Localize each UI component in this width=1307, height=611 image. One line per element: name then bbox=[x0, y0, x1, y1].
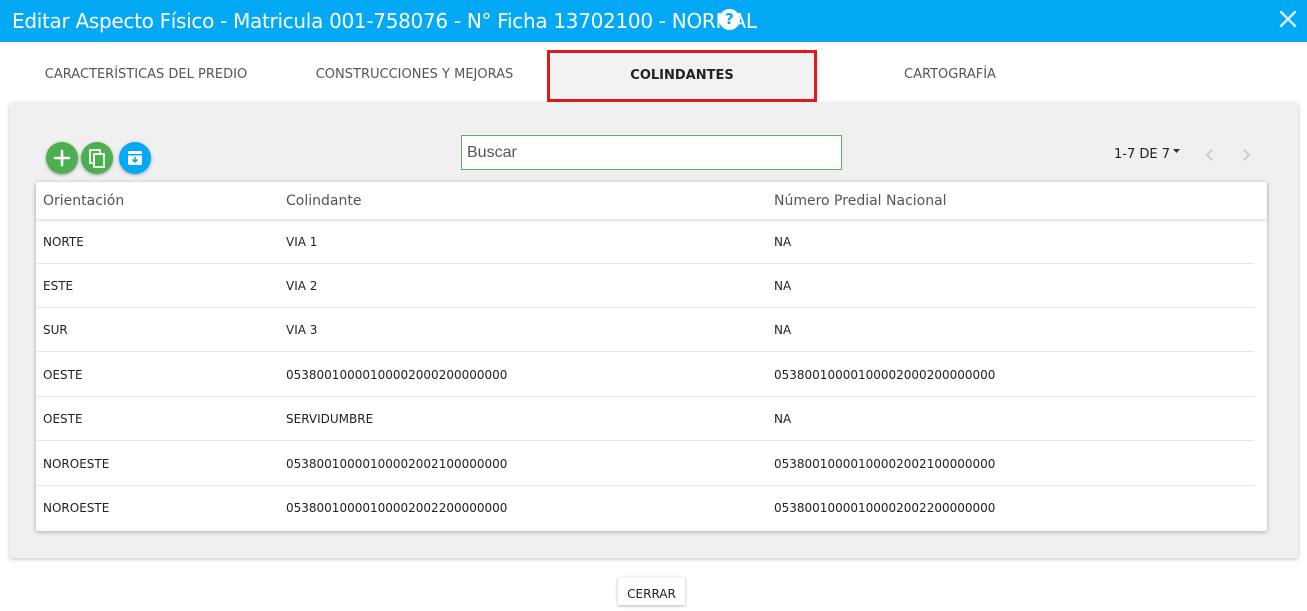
cell-numero-predial: NA bbox=[774, 412, 792, 426]
add-button[interactable] bbox=[46, 142, 78, 174]
column-header-colindante[interactable]: Colindante bbox=[286, 193, 361, 209]
tab-colindantes[interactable]: COLINDANTES bbox=[547, 50, 817, 102]
cell-orientacion: ESTE bbox=[43, 279, 74, 293]
pager-label: 1-7 DE 7 bbox=[1114, 147, 1170, 162]
column-header-numero-predial[interactable]: Número Predial Nacional bbox=[774, 193, 947, 209]
tab-caracteristicas[interactable]: CARACTERÍSTICAS DEL PREDIO bbox=[10, 50, 282, 100]
cell-numero-predial: 05380010000100002002100000000 bbox=[774, 457, 996, 471]
caret-down-icon bbox=[1173, 149, 1180, 153]
table-row[interactable]: NORTE VIA 1 NA bbox=[36, 220, 1254, 264]
cell-colindante: SERVIDUMBRE bbox=[286, 412, 374, 426]
cell-numero-predial: 05380010000100002000200000000 bbox=[774, 368, 996, 382]
table-header: Orientación Colindante Número Predial Na… bbox=[36, 182, 1267, 219]
cell-numero-predial: NA bbox=[774, 279, 792, 293]
cell-colindante: VIA 1 bbox=[286, 235, 318, 249]
copy-icon bbox=[89, 149, 105, 168]
cell-numero-predial: NA bbox=[774, 235, 792, 249]
table-row[interactable]: NOROESTE 05380010000100002002200000000 0… bbox=[36, 486, 1254, 530]
table-row[interactable]: OESTE SERVIDUMBRE NA bbox=[36, 397, 1254, 441]
table-row[interactable]: NOROESTE 05380010000100002002100000000 0… bbox=[36, 442, 1254, 486]
cell-numero-predial: NA bbox=[774, 323, 792, 337]
tab-bar: CARACTERÍSTICAS DEL PREDIO CONSTRUCCIONE… bbox=[10, 50, 1298, 102]
tab-construcciones[interactable]: CONSTRUCCIONES Y MEJORAS bbox=[282, 50, 547, 100]
table-row[interactable]: ESTE VIA 2 NA bbox=[36, 264, 1254, 308]
pager-range[interactable]: 1-7 DE 7 bbox=[1114, 147, 1181, 162]
cell-colindante: 05380010000100002002200000000 bbox=[286, 501, 508, 515]
add-icon bbox=[53, 149, 71, 167]
archive-button[interactable] bbox=[119, 142, 151, 174]
cell-colindante: VIA 2 bbox=[286, 279, 318, 293]
cell-colindante: 05380010000100002000200000000 bbox=[286, 368, 508, 382]
close-button[interactable]: CERRAR bbox=[618, 577, 685, 605]
cell-orientacion: OESTE bbox=[43, 412, 83, 426]
cell-colindante: VIA 3 bbox=[286, 323, 318, 337]
window-title: Editar Aspecto Físico - Matricula 001-75… bbox=[12, 9, 757, 33]
column-header-orientacion[interactable]: Orientación bbox=[43, 193, 124, 209]
cell-orientacion: SUR bbox=[43, 323, 68, 337]
cell-orientacion: NOROESTE bbox=[43, 501, 110, 515]
cell-numero-predial: 05380010000100002002200000000 bbox=[774, 501, 996, 515]
colindantes-table: Orientación Colindante Número Predial Na… bbox=[36, 182, 1267, 531]
table-row[interactable]: OESTE 05380010000100002000200000000 0538… bbox=[36, 353, 1254, 397]
search-input[interactable] bbox=[461, 135, 842, 170]
copy-button[interactable] bbox=[81, 142, 113, 174]
cell-orientacion: NOROESTE bbox=[43, 457, 110, 471]
archive-icon bbox=[128, 151, 142, 165]
tab-cartografia[interactable]: CARTOGRAFÍA bbox=[817, 50, 1083, 100]
table-row[interactable]: SUR VIA 3 NA bbox=[36, 308, 1254, 352]
cell-orientacion: NORTE bbox=[43, 235, 84, 249]
chevron-left-icon[interactable] bbox=[1200, 144, 1220, 166]
cell-orientacion: OESTE bbox=[43, 368, 83, 382]
title-bar: Editar Aspecto Físico - Matricula 001-75… bbox=[0, 0, 1307, 42]
close-icon[interactable] bbox=[1275, 6, 1301, 32]
chevron-right-icon[interactable] bbox=[1236, 144, 1256, 166]
cell-colindante: 05380010000100002002100000000 bbox=[286, 457, 508, 471]
help-icon[interactable]: ? bbox=[719, 9, 740, 30]
